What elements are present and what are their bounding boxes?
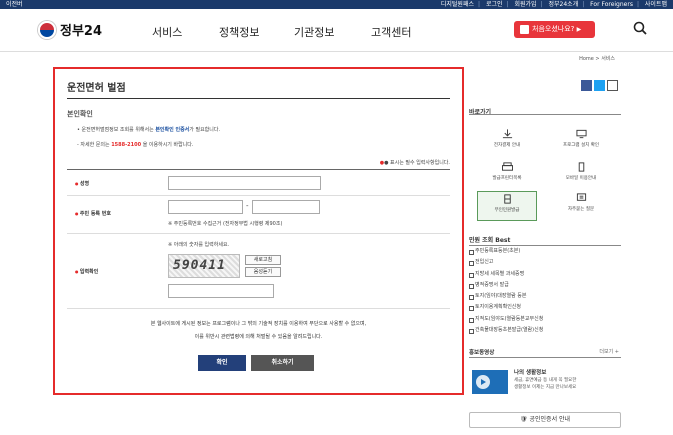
auth-description: • 운전면허벌점정보 조회를 위해서는 본인확인 인증서가 필요합니다. — [77, 127, 221, 133]
kiosk-icon — [503, 194, 511, 204]
captcha-audio-button[interactable]: 음성듣기 — [245, 267, 281, 277]
top-link-signup[interactable]: 회원가입 — [514, 1, 536, 8]
quick-kiosk[interactable]: 무인민원발급 — [477, 191, 537, 221]
best-item[interactable]: 건축물대장등초본발급(열람)신청 — [469, 325, 621, 336]
best-item[interactable]: 지적도(임야도)열람등본교부신청 — [469, 314, 621, 325]
print-icon[interactable] — [607, 80, 618, 91]
title-divider — [67, 98, 450, 99]
best-item[interactable]: 전입신고 — [469, 257, 621, 268]
auth-form: 성명 주민 등록 번호 - ※ 주민등록번호 수집근거 (전자정부법 시행령 제… — [67, 169, 450, 309]
name-row: 성명 — [67, 170, 450, 196]
best-item[interactable]: 토지이용계획확인신청 — [469, 302, 621, 313]
taegeuk-logo-icon — [38, 20, 56, 39]
top-link-login[interactable]: 로그인 — [486, 1, 503, 8]
top-bar-left-text: 이전버 — [6, 1, 23, 8]
chat-icon — [576, 193, 586, 201]
name-input[interactable] — [168, 176, 321, 190]
top-links: 디지털원패스 | 로그인 | 회원가입 | 정부24소개 | For Foreigner… — [440, 1, 667, 8]
captcha-refresh-button[interactable]: 새로고침 — [245, 255, 281, 265]
quick-mobile-guide[interactable]: 모바일 이용안내 — [551, 160, 611, 190]
first-visit-button[interactable]: 처음오셨나요? ▶ — [514, 21, 595, 38]
rrn-label: 주민 등록 번호 — [75, 210, 111, 217]
captcha-image: 590411 — [168, 254, 240, 278]
quick-printer-list[interactable]: 발급프린터목록 — [477, 160, 537, 190]
certificate-guide-button[interactable]: 🛡 공인인증서 안내 — [469, 412, 621, 428]
section-title: 본인확인 — [67, 110, 93, 118]
confirm-button[interactable]: 확인 — [198, 355, 246, 371]
legal-notice-line1: 본 웹사이트에 게시된 정보는 프로그램이나 그 밖의 기술적 장치를 이용하여… — [150, 321, 367, 327]
rrn-back-input[interactable] — [252, 200, 320, 214]
name-label: 성명 — [75, 180, 89, 187]
download-icon — [502, 129, 512, 139]
nav-policy[interactable]: 정책정보 — [219, 24, 259, 40]
captcha-row: 입력확인 ※ 아래의 숫자를 입력하세요. 590411 새로고침 음성듣기 — [67, 234, 450, 309]
required-note: ●● 표시는 필수 입력사항입니다. — [379, 160, 450, 166]
best-item[interactable]: 토지(임야)대장열람 등본 — [469, 291, 621, 302]
top-utility-bar: 이전버 디지털원패스 | 로그인 | 회원가입 | 정부24소개 | For Forei… — [0, 0, 673, 9]
video-thumbnail[interactable] — [472, 370, 508, 394]
facebook-icon[interactable] — [581, 80, 592, 91]
search-icon[interactable] — [633, 21, 647, 35]
best-item[interactable]: 병적증명서 발급 — [469, 280, 621, 291]
nav-agency[interactable]: 기관정보 — [294, 24, 334, 40]
play-icon — [476, 375, 490, 389]
rrn-row: 주민 등록 번호 - ※ 주민등록번호 수집근거 (전자정부법 시행령 제90조… — [67, 196, 450, 234]
printer-icon — [501, 162, 513, 171]
site-header: 정부24 서비스 정책정보 기관정보 고객센터 처음오셨나요? ▶ — [0, 9, 673, 52]
promo-video[interactable]: 나의 생활정보 세금, 휴면예금 등 내게 꼭 필요한 생활정보 이제는 지금 … — [469, 357, 621, 409]
license-penalty-panel: 운전면허 벌점 본인확인 • 운전면허벌점정보 조회를 위해서는 본인확인 인증… — [53, 67, 464, 395]
page-title: 운전면허 벌점 — [67, 83, 126, 94]
info-icon — [520, 25, 529, 34]
quick-program-check[interactable]: 프로그램 설치 확인 — [551, 127, 611, 157]
captcha-hint: ※ 아래의 숫자를 입력하세요. — [168, 242, 230, 248]
rrn-front-input[interactable] — [168, 200, 243, 214]
nav-customer-center[interactable]: 고객센터 — [371, 24, 411, 40]
breadcrumb: Home > 서비스 — [579, 56, 615, 62]
captcha-input[interactable] — [168, 284, 274, 298]
monitor-icon — [575, 129, 587, 139]
best-list: 주민등록표등본(초본) 전입신고 지방세 세목별 과세증명 병적증명서 발급 토… — [469, 245, 621, 336]
quick-payment[interactable]: 전자결제 안내 — [477, 127, 537, 157]
video-more-link[interactable]: 더보기 + — [599, 348, 619, 355]
top-link-sitemap[interactable]: 사이트맵 — [645, 1, 667, 8]
logo-text: 정부24 — [60, 24, 103, 39]
twitter-icon[interactable] — [594, 80, 605, 91]
best-item[interactable]: 주민등록표등본(초본) — [469, 246, 621, 257]
legal-notice-line2: 이를 위반시 관련법령에 의해 처벌될 수 있음을 알려드립니다. — [194, 334, 323, 340]
cancel-button[interactable]: 취소하기 — [251, 355, 314, 371]
top-link-foreigners[interactable]: For Foreigners — [590, 1, 633, 8]
rrn-hint: ※ 주민등록번호 수집근거 (전자정부법 시행령 제90조) — [168, 221, 283, 227]
video-title: 홍보동영상 — [469, 350, 495, 356]
nav-services[interactable]: 서비스 — [152, 24, 182, 40]
quick-faq[interactable]: 자주묻는 질문 — [551, 191, 611, 221]
top-link-onepass[interactable]: 디지털원패스 — [441, 1, 474, 8]
mobile-icon — [578, 162, 584, 172]
quick-links: 전자결제 안내 프로그램 설치 확인 발급프린터목록 모바일 이용안내 무인민원… — [469, 114, 621, 222]
best-title: 민원 조회 Best — [469, 237, 511, 244]
site-logo[interactable]: 정부24 — [38, 20, 102, 39]
best-item[interactable]: 지방세 세목별 과세증명 — [469, 269, 621, 280]
share-buttons — [581, 80, 618, 91]
captcha-label: 입력확인 — [75, 268, 98, 275]
contact-description: - 자세한 문의는 1588-2100 을 이용하시기 바랍니다. — [77, 142, 194, 148]
top-link-about[interactable]: 정부24소개 — [549, 1, 579, 8]
